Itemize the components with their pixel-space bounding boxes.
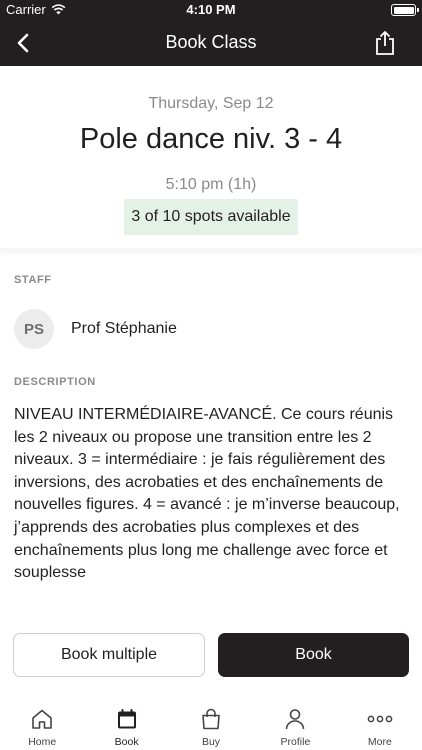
tab-label: Home xyxy=(28,736,57,748)
profile-icon xyxy=(282,706,308,732)
tab-bar: Home Book Buy Profile More xyxy=(0,698,422,750)
staff-avatar: PS xyxy=(14,309,54,349)
share-button[interactable] xyxy=(368,26,402,60)
tab-buy[interactable]: Buy xyxy=(169,698,253,750)
tab-label: More xyxy=(367,736,392,748)
tab-profile[interactable]: Profile xyxy=(253,698,337,750)
book-multiple-button[interactable]: Book multiple xyxy=(13,633,205,677)
class-time: 5:10 pm (1h) xyxy=(165,176,257,193)
tab-label: Buy xyxy=(201,736,221,748)
page-title: Book Class xyxy=(165,32,257,52)
shopping-bag-icon xyxy=(198,706,224,732)
tab-more[interactable]: More xyxy=(338,698,422,750)
tab-label: Profile xyxy=(280,736,311,748)
class-description: NIVEAU INTERMÉDIAIRE-AVANCÉ. Ce cours ré… xyxy=(14,406,400,582)
spots-available-badge: 3 of 10 spots available xyxy=(124,199,298,235)
staff-row[interactable]: PS Prof Stéphanie xyxy=(14,308,177,350)
tab-home[interactable]: Home xyxy=(0,698,84,750)
home-icon xyxy=(29,706,55,732)
more-dots-icon xyxy=(367,706,393,732)
status-time: 4:10 PM xyxy=(186,2,236,17)
book-button[interactable]: Book xyxy=(218,633,409,677)
class-name: Pole dance niv. 3 - 4 xyxy=(79,123,343,155)
staff-section-label: STAFF xyxy=(14,274,52,286)
chevron-left-icon xyxy=(17,33,29,53)
status-bar: Carrier 4:10 PM xyxy=(0,0,422,20)
tab-label: Book xyxy=(114,736,139,748)
class-date: Thursday, Sep 12 xyxy=(148,95,274,112)
navigation-bar: Book Class xyxy=(0,20,422,66)
tab-book[interactable]: Book xyxy=(84,698,168,750)
calendar-icon xyxy=(114,706,140,732)
staff-name: Prof Stéphanie xyxy=(71,320,177,337)
battery-icon xyxy=(391,4,419,16)
class-header: Thursday, Sep 12 Pole dance niv. 3 - 4 5… xyxy=(0,66,422,252)
share-icon xyxy=(376,31,394,55)
back-button[interactable] xyxy=(6,26,40,60)
description-section-label: DESCRIPTION xyxy=(14,376,96,388)
